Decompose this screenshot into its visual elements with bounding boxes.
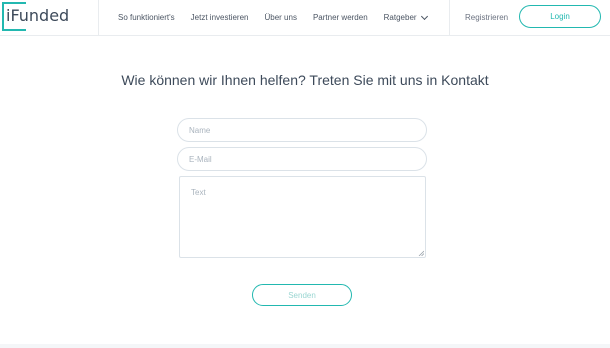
text-placeholder: Text (191, 188, 206, 197)
header: iFunded So funktioniert's Jetzt investie… (0, 0, 610, 36)
resize-handle-icon[interactable] (418, 250, 424, 256)
send-button[interactable]: Senden (252, 284, 352, 306)
login-button[interactable]: Login (519, 5, 601, 28)
email-placeholder: E-Mail (189, 155, 212, 164)
nav-item-guide[interactable]: Ratgeber (383, 12, 428, 22)
chevron-down-icon (420, 12, 428, 20)
page: iFunded So funktioniert's Jetzt investie… (0, 0, 610, 348)
nav-item-invest-now[interactable]: Jetzt investieren (191, 13, 249, 22)
name-field[interactable]: Name (177, 118, 427, 142)
register-link[interactable]: Registrieren (465, 0, 508, 35)
logo-text: iFunded (6, 6, 70, 25)
name-placeholder: Name (189, 126, 211, 135)
logo[interactable]: iFunded (2, 2, 80, 32)
message-textarea[interactable]: Text (179, 176, 426, 258)
nav-item-about[interactable]: Über uns (264, 13, 296, 22)
nav-item-partner[interactable]: Partner werden (313, 13, 368, 22)
main-nav: So funktioniert's Jetzt investieren Über… (118, 0, 428, 35)
page-title: Wie können wir Ihnen helfen? Treten Sie … (121, 72, 489, 88)
footer-strip (0, 344, 610, 348)
header-divider-right (449, 0, 450, 35)
nav-item-how-it-works[interactable]: So funktioniert's (118, 13, 175, 22)
header-divider (98, 0, 99, 35)
nav-item-guide-label: Ratgeber (383, 13, 417, 22)
email-field[interactable]: E-Mail (177, 147, 427, 171)
